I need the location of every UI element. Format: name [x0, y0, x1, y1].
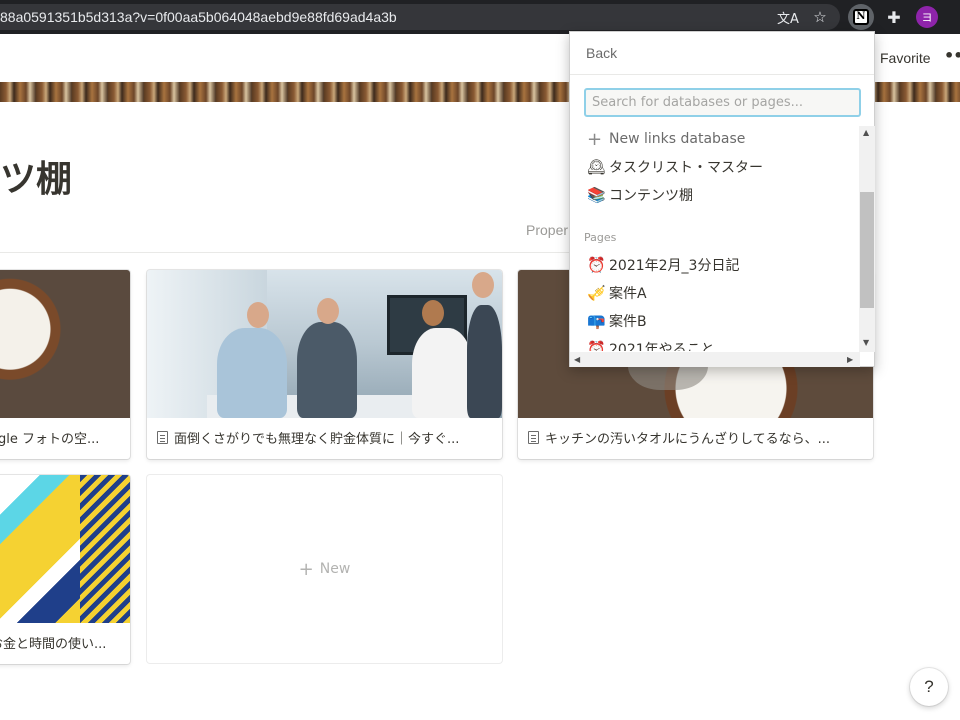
plus-icon: +	[298, 559, 314, 580]
properties-button[interactable]: Proper	[526, 222, 568, 238]
scroll-left-arrow-icon[interactable]: ◀	[574, 355, 580, 364]
scroll-right-arrow-icon[interactable]: ▶	[847, 355, 853, 364]
scroll-down-arrow-icon[interactable]: ▼	[863, 338, 869, 347]
notion-icon: N	[853, 9, 869, 25]
divider	[570, 74, 874, 75]
browser-toolbar: 88a0591351b5d313a?v=0f00aa5b064048aebd9e…	[0, 0, 960, 34]
extensions-puzzle-icon[interactable]: ✚	[882, 5, 906, 29]
list-item-database[interactable]: 🕰 タスクリスト・マスター	[587, 155, 763, 179]
search-results-list: + New links database 🕰 タスクリスト・マスター 📚 コンテ…	[570, 127, 860, 352]
books-icon: 📚	[587, 186, 606, 204]
page-icon	[157, 431, 168, 444]
list-item-database[interactable]: 📚 コンテンツ棚	[587, 183, 693, 207]
address-bar[interactable]: 88a0591351b5d313a?v=0f00aa5b064048aebd9e…	[0, 4, 840, 30]
scroll-up-arrow-icon[interactable]: ▲	[863, 128, 869, 137]
profile-avatar[interactable]: ヨ	[916, 6, 938, 28]
scrollbar-thumb[interactable]	[860, 192, 874, 308]
gallery-card[interactable]: ogle フォトの空...	[0, 270, 130, 459]
gallery-card[interactable]: 面倒くさがりでも無理なく貯金体質に｜今すぐ...	[147, 270, 502, 459]
gallery-card[interactable]: お金と時間の使い...	[0, 475, 130, 664]
translate-icon[interactable]: 文A	[776, 5, 800, 29]
trumpet-icon: 🎺	[587, 284, 606, 302]
more-options-button[interactable]: ••	[944, 46, 960, 65]
back-button[interactable]: Back	[586, 45, 617, 61]
horizontal-scrollbar[interactable]	[570, 352, 860, 367]
card-title: キッチンの汚いタオルにうんざりしてるなら、...	[528, 428, 865, 447]
search-input[interactable]	[584, 88, 861, 117]
page-title[interactable]: ツ棚	[0, 150, 72, 202]
pages-section-label: Pages	[584, 231, 617, 244]
new-card-button[interactable]: + New	[147, 475, 502, 663]
help-button[interactable]: ?	[910, 668, 948, 706]
page-icon	[528, 431, 539, 444]
card-cover-image	[0, 270, 130, 418]
notion-extension-button[interactable]: N	[848, 4, 874, 30]
card-title: 面倒くさがりでも無理なく貯金体質に｜今すぐ...	[157, 428, 494, 447]
list-item-page[interactable]: 📪 案件B	[587, 309, 647, 333]
bookmark-star-icon[interactable]: ☆	[808, 5, 832, 29]
alarm-clock-icon: ⏰	[587, 340, 606, 351]
list-item-page[interactable]: ⏰ 2021年2月_3分日記	[587, 253, 739, 277]
list-item-page[interactable]: 🎺 案件A	[587, 281, 647, 305]
extension-popup: Back + New links database 🕰 タスクリスト・マスター …	[569, 31, 875, 367]
card-title: ogle フォトの空...	[0, 432, 100, 447]
new-label: New	[319, 561, 351, 577]
alarm-clock-icon: ⏰	[587, 256, 606, 274]
clock-icon: 🕰	[587, 158, 607, 176]
card-cover-image	[147, 270, 502, 418]
new-links-database-item[interactable]: + New links database	[587, 127, 745, 151]
list-item-page[interactable]: ⏰ 2021年やること	[587, 337, 715, 351]
favorite-button[interactable]: Favorite	[880, 50, 931, 66]
mailbox-icon: 📪	[587, 312, 606, 330]
card-cover-image	[0, 475, 130, 623]
url-text[interactable]: 88a0591351b5d313a?v=0f00aa5b064048aebd9e…	[0, 9, 397, 25]
plus-icon: +	[587, 128, 603, 150]
card-title: お金と時間の使い...	[0, 637, 107, 652]
